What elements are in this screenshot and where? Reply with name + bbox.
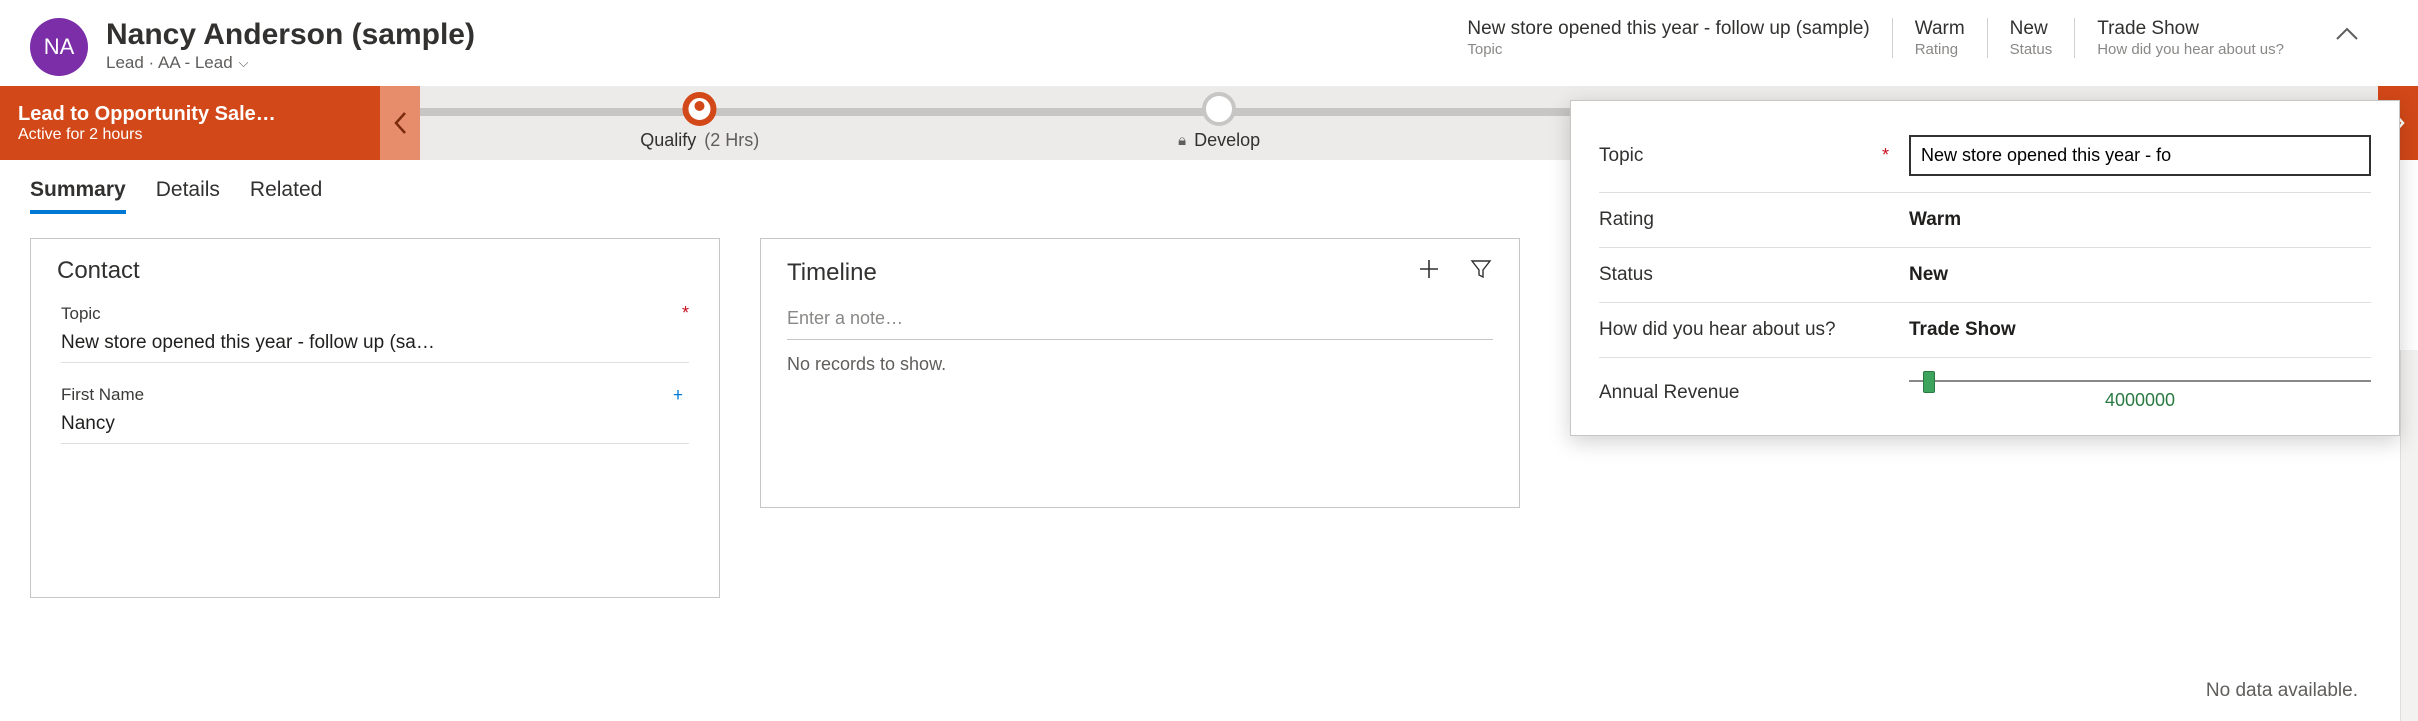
header-field-status[interactable]: New Status (1987, 18, 2075, 58)
flyout-field-topic: Topic * (1599, 119, 2371, 193)
bpf-prev-button[interactable] (380, 86, 420, 160)
header-field-value: Trade Show (2097, 18, 2284, 40)
flyout-field-rating[interactable]: Rating Warm (1599, 193, 2371, 248)
flyout-topic-input[interactable] (1909, 135, 2371, 176)
flyout-value[interactable]: Trade Show (1909, 319, 2371, 341)
recommended-indicator: ﹢ (667, 387, 689, 398)
timeline-empty-text: No records to show. (787, 340, 1493, 389)
header-field-label: Topic (1467, 41, 1869, 58)
collapse-header-button[interactable] (2306, 18, 2388, 47)
header-field-topic[interactable]: New store opened this year - follow up (… (1467, 18, 1891, 58)
contact-section: Contact Topic * New store opened this ye… (30, 238, 720, 598)
flyout-field-status[interactable]: Status New (1599, 248, 2371, 303)
header-flyout: Topic * Rating Warm Status New How did y… (1570, 100, 2400, 436)
header-field-rating[interactable]: Warm Rating (1892, 18, 1987, 58)
field-topic[interactable]: Topic * New store opened this year - fol… (57, 303, 693, 363)
avatar: NA (30, 18, 88, 76)
filter-icon (1469, 257, 1493, 281)
no-data-text: No data available. (2206, 680, 2358, 702)
bpf-stage-develop[interactable]: 🔒︎ Develop (1178, 86, 1260, 151)
flyout-field-source[interactable]: How did you hear about us? Trade Show (1599, 303, 2371, 358)
chevron-up-icon (2336, 27, 2358, 41)
field-value[interactable]: New store opened this year - follow up (… (61, 332, 689, 363)
bpf-stage-duration: (2 Hrs) (704, 130, 759, 151)
bpf-stage-dot (1202, 92, 1236, 126)
record-title: Nancy Anderson (sample) (106, 18, 626, 51)
bpf-process-label[interactable]: Lead to Opportunity Sale… Active for 2 h… (0, 86, 380, 160)
record-subtitle[interactable]: Lead · AA - Lead ⌵ (106, 53, 626, 73)
bpf-stage-qualify[interactable]: Qualify (2 Hrs) (640, 86, 759, 151)
plus-icon (1417, 257, 1441, 281)
flyout-label-text: Annual Revenue (1599, 382, 1889, 404)
section-heading: Timeline (787, 259, 877, 287)
slider-track[interactable] (1909, 380, 2371, 382)
flyout-field-revenue[interactable]: Annual Revenue 4000000 (1599, 358, 2371, 427)
timeline-note-input[interactable]: Enter a note… (787, 288, 1493, 340)
chevron-down-icon[interactable]: ⌵ (239, 55, 249, 71)
flyout-label-text: Rating (1599, 209, 1889, 231)
flyout-value[interactable]: New (1909, 264, 2371, 286)
bpf-stage-name: Develop (1194, 130, 1260, 151)
header-field-value: New store opened this year - follow up (… (1467, 18, 1869, 40)
bpf-stage-name: Qualify (640, 130, 696, 151)
tab-details[interactable]: Details (156, 178, 220, 214)
header-field-value: New (2010, 18, 2053, 40)
slider-thumb[interactable] (1923, 371, 1935, 393)
bpf-stage-dot-active (683, 92, 717, 126)
filter-timeline-button[interactable] (1469, 257, 1493, 288)
field-value[interactable]: Nancy (61, 413, 689, 444)
add-timeline-button[interactable] (1417, 257, 1441, 288)
flyout-value[interactable]: Warm (1909, 209, 2371, 231)
flyout-label-text: How did you hear about us? (1599, 319, 1889, 341)
record-subtitle-text: Lead · AA - Lead (106, 53, 233, 73)
required-indicator: * (682, 303, 689, 324)
section-heading: Contact (57, 257, 693, 285)
header-field-label: Rating (1915, 41, 1965, 58)
header-fields: New store opened this year - follow up (… (1467, 18, 2388, 58)
record-header: NA Nancy Anderson (sample) Lead · AA - L… (0, 0, 2418, 86)
required-indicator: * (1882, 145, 1889, 166)
field-label-text: First Name (61, 385, 144, 405)
field-first-name[interactable]: First Name ﹢ Nancy (57, 385, 693, 444)
flyout-label-text: Topic (1599, 145, 1643, 167)
title-block: Nancy Anderson (sample) Lead · AA - Lead… (106, 18, 626, 73)
tab-related[interactable]: Related (250, 178, 322, 214)
header-field-value: Warm (1915, 18, 1965, 40)
bpf-process-name: Lead to Opportunity Sale… (18, 103, 362, 126)
bpf-active-duration: Active for 2 hours (18, 126, 362, 144)
chevron-left-icon (393, 111, 407, 135)
revenue-value: 4000000 (2105, 390, 2175, 411)
timeline-section: Timeline Enter a note… No records to sho… (760, 238, 1520, 508)
tab-summary[interactable]: Summary (30, 178, 126, 214)
header-field-source[interactable]: Trade Show How did you hear about us? (2074, 18, 2306, 58)
scrollbar[interactable] (2400, 350, 2418, 721)
revenue-slider[interactable]: 4000000 (1909, 374, 2371, 411)
field-label-text: Topic (61, 304, 101, 324)
flyout-label-text: Status (1599, 264, 1889, 286)
lock-icon: 🔒︎ (1178, 132, 1186, 149)
header-field-label: Status (2010, 41, 2053, 58)
header-field-label: How did you hear about us? (2097, 41, 2284, 58)
